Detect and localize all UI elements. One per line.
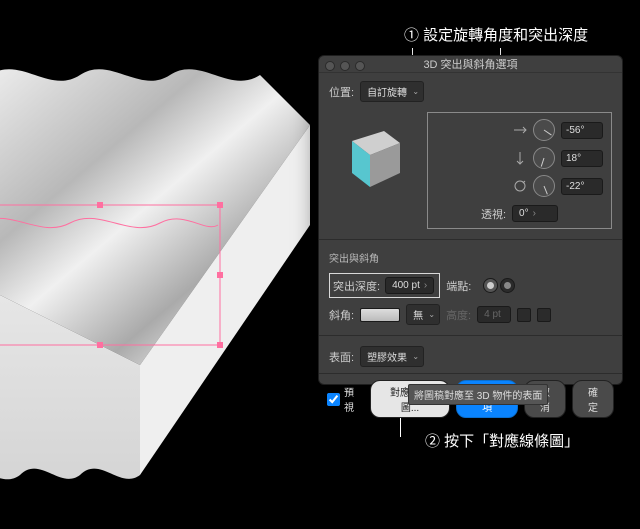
dialog-title: 3D 突出與斜角選項 xyxy=(423,56,517,72)
extrude-depth-field[interactable]: 400 pt xyxy=(385,277,434,294)
bevel-select[interactable]: 無⌄ xyxy=(406,304,440,325)
preview-checkbox-input[interactable] xyxy=(327,393,340,406)
chevron-down-icon: ⌄ xyxy=(412,352,419,361)
cap-toggle[interactable] xyxy=(483,278,515,293)
axis-z-icon xyxy=(513,179,527,193)
cap-label: 端點: xyxy=(446,278,471,294)
3d-extrude-dialog: 3D 突出與斜角選項 位置: 自訂旋轉⌄ -56° xyxy=(318,55,623,385)
annotation-2: ② 按下「對應線條圖」 xyxy=(425,430,579,451)
height-label: 高度: xyxy=(446,307,471,323)
extrude-section-label: 突出與斜角 xyxy=(329,250,612,265)
perspective-label: 透視: xyxy=(481,206,506,222)
bevel-in-icon[interactable] xyxy=(517,308,531,322)
angle-x-field[interactable]: -56° xyxy=(561,122,603,139)
annotation-1: ① 設定旋轉角度和突出深度 xyxy=(404,24,588,45)
chevron-down-icon: ⌄ xyxy=(412,87,419,96)
preview-label: 預視 xyxy=(344,384,364,414)
height-field: 4 pt xyxy=(477,306,511,323)
position-row: 位置: 自訂旋轉⌄ xyxy=(329,81,612,102)
angle-y-dial[interactable] xyxy=(533,147,555,169)
axis-y-icon xyxy=(513,151,527,165)
perspective-field[interactable]: 0° xyxy=(512,205,558,222)
ok-button[interactable]: 確定 xyxy=(572,380,614,418)
angle-x-dial[interactable] xyxy=(533,119,555,141)
rotation-cube[interactable] xyxy=(329,112,419,202)
chevron-down-icon: ⌄ xyxy=(428,310,435,319)
bevel-label: 斜角: xyxy=(329,307,354,323)
zoom-icon[interactable] xyxy=(355,61,365,71)
surface-select[interactable]: 塑膠效果⌄ xyxy=(360,346,424,367)
preview-checkbox[interactable]: 預視 xyxy=(327,384,364,414)
bevel-swatch xyxy=(360,308,400,322)
window-controls[interactable] xyxy=(325,61,365,71)
map-art-tooltip: 將圖稿對應至 3D 物件的表面 xyxy=(408,384,548,405)
titlebar: 3D 突出與斜角選項 xyxy=(319,56,622,73)
angle-z-dial[interactable] xyxy=(533,175,555,197)
bevel-out-icon[interactable] xyxy=(537,308,551,322)
angle-z-field[interactable]: -22° xyxy=(561,178,603,195)
close-icon[interactable] xyxy=(325,61,335,71)
angle-controls: -56° 18° -22° 透視: 0° xyxy=(427,112,612,229)
cap-off-icon[interactable] xyxy=(500,278,515,293)
axis-x-icon xyxy=(513,123,527,137)
extrude-label: 突出深度: xyxy=(333,278,380,294)
extrude-depth-highlight: 突出深度: 400 pt xyxy=(329,273,440,298)
surface-label: 表面: xyxy=(329,349,354,365)
position-select[interactable]: 自訂旋轉⌄ xyxy=(360,81,424,102)
minimize-icon[interactable] xyxy=(340,61,350,71)
angle-y-field[interactable]: 18° xyxy=(561,150,603,167)
3d-preview-art xyxy=(0,35,320,495)
position-label: 位置: xyxy=(329,84,354,100)
cap-on-icon[interactable] xyxy=(483,278,498,293)
